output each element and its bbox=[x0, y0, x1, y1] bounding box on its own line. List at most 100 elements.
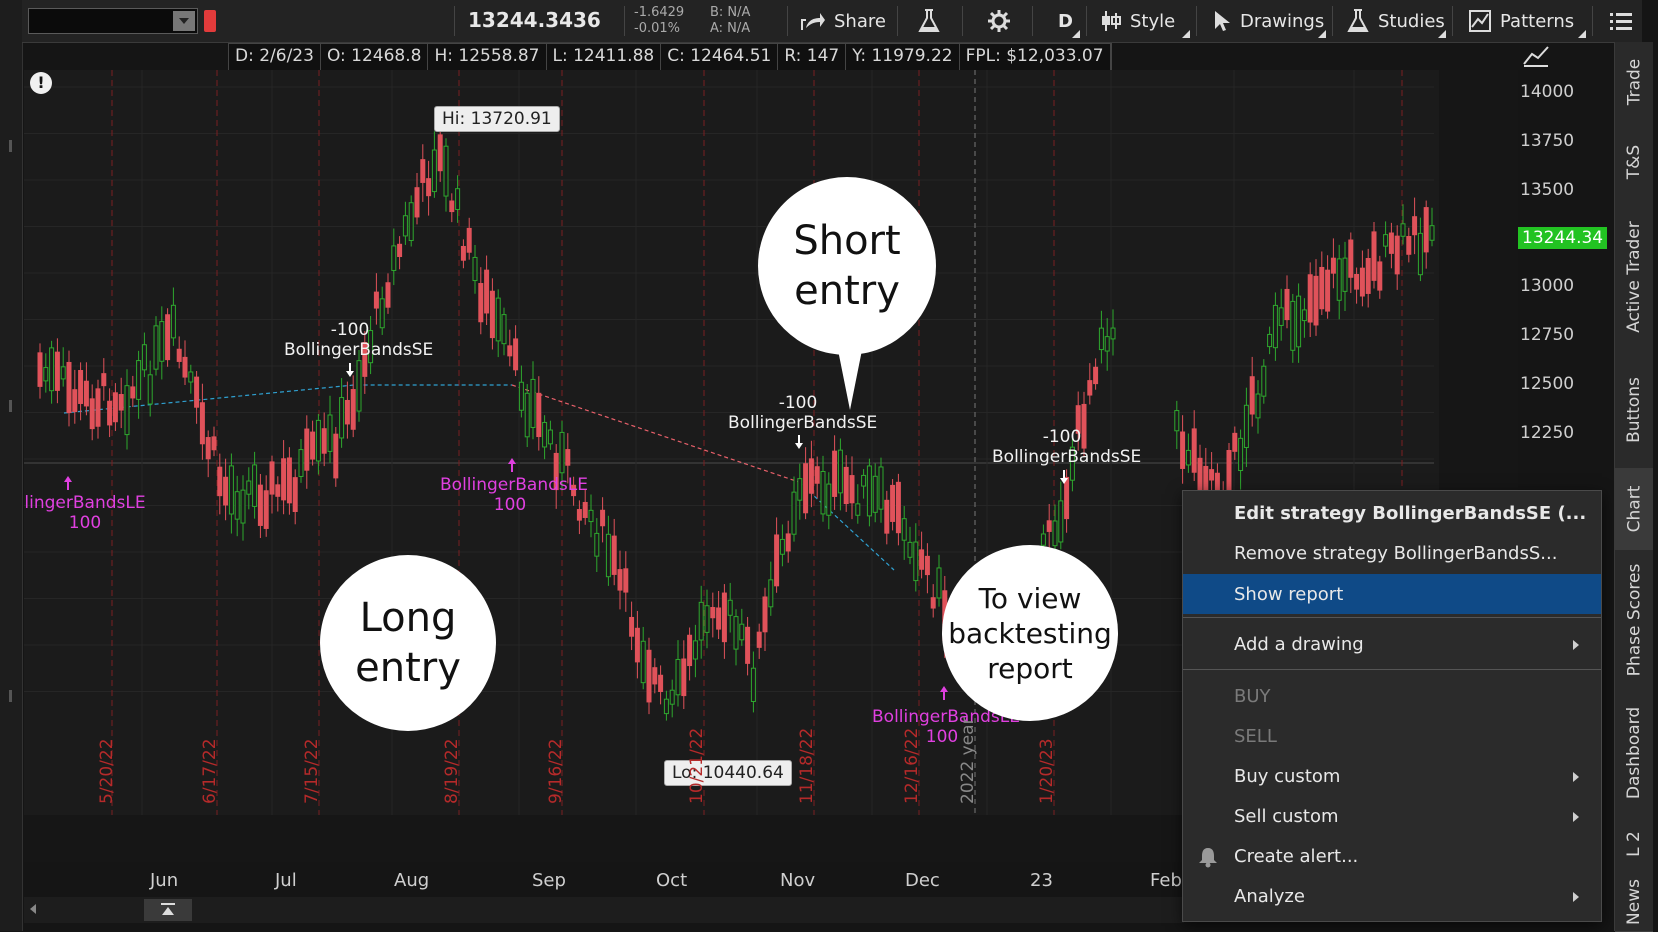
candle-body bbox=[878, 466, 884, 510]
candle-body bbox=[745, 626, 751, 664]
candle-body bbox=[930, 597, 936, 609]
candle-body bbox=[1191, 428, 1197, 473]
candle-body bbox=[559, 431, 565, 474]
drawings-label: Drawings bbox=[1240, 10, 1325, 32]
candle-body bbox=[472, 256, 478, 282]
gutter-handle[interactable] bbox=[9, 140, 12, 152]
candle-body bbox=[1278, 307, 1284, 326]
candle-body bbox=[252, 464, 258, 507]
time-axis-label: Aug bbox=[394, 870, 430, 891]
candle-body bbox=[658, 674, 664, 693]
candle-body bbox=[547, 429, 553, 445]
horizontal-scrollbar[interactable] bbox=[24, 897, 1184, 923]
price-axis-label: 12250 bbox=[1520, 423, 1575, 443]
candle-body bbox=[1301, 309, 1307, 322]
aggregation-label: D bbox=[1058, 10, 1073, 32]
chart-mode-icon[interactable] bbox=[1522, 44, 1550, 68]
candle-body bbox=[72, 389, 78, 412]
callout-text: report bbox=[987, 651, 1073, 685]
menu-button[interactable] bbox=[1610, 0, 1632, 42]
menu-item-edit-strategy[interactable]: Edit strategy BollingerBandsSE (... bbox=[1183, 494, 1601, 532]
candle-body bbox=[1365, 258, 1371, 294]
candle-body bbox=[66, 361, 72, 414]
chart-toolbar: 13244.3436 -1.6429 -0.01% B: N/A A: N/A … bbox=[22, 0, 1642, 43]
share-button[interactable]: Share bbox=[800, 0, 886, 42]
gutter-handle[interactable] bbox=[9, 690, 12, 702]
candle-body bbox=[1394, 235, 1400, 275]
candle-body bbox=[1354, 273, 1360, 290]
tab-chart[interactable]: Chart bbox=[1615, 468, 1653, 551]
candle-body bbox=[797, 478, 803, 501]
candle-body bbox=[54, 351, 60, 391]
drawings-button[interactable]: Drawings bbox=[1212, 0, 1324, 42]
candle-body bbox=[194, 376, 200, 408]
menu-item-analyze[interactable]: Analyze bbox=[1183, 877, 1601, 915]
scroll-thumb[interactable] bbox=[144, 899, 192, 921]
candle-body bbox=[507, 345, 513, 357]
scroll-left-arrow-icon[interactable] bbox=[30, 904, 36, 914]
candle-body bbox=[617, 569, 623, 591]
candle-body bbox=[223, 476, 229, 506]
candle-body bbox=[924, 555, 930, 576]
candle-body bbox=[437, 134, 443, 172]
last-price-tag: 13244.34 bbox=[1518, 227, 1608, 249]
candle-body bbox=[89, 398, 95, 430]
tab-time-and-sales[interactable]: T&S bbox=[1615, 122, 1653, 203]
symbol-dropdown-button[interactable] bbox=[173, 11, 195, 31]
candle-body bbox=[95, 388, 101, 427]
candle-body bbox=[936, 567, 942, 599]
settings-button[interactable] bbox=[987, 0, 1011, 42]
net-change: -1.6429 bbox=[634, 5, 685, 20]
tab-buttons[interactable]: Buttons bbox=[1615, 352, 1653, 469]
candle-body bbox=[808, 458, 814, 494]
tab-phase-scores[interactable]: Phase Scores bbox=[1615, 550, 1653, 691]
patterns-label: Patterns bbox=[1500, 10, 1575, 32]
candle-body bbox=[814, 466, 820, 484]
candle-body bbox=[228, 465, 234, 515]
tab-active-trader[interactable]: Active Trader bbox=[1615, 202, 1653, 353]
signal-short-1: -100 BollingerBandsSE bbox=[284, 320, 433, 360]
tab-news[interactable]: News bbox=[1615, 872, 1653, 932]
menu-item-buy-custom[interactable]: Buy custom bbox=[1183, 757, 1601, 795]
signal-qty: 100 bbox=[68, 513, 102, 533]
candle-body bbox=[1406, 236, 1412, 255]
candle-body bbox=[1093, 366, 1099, 385]
tab-dashboard[interactable]: Dashboard bbox=[1615, 690, 1653, 817]
gutter-handle[interactable] bbox=[9, 400, 12, 412]
menu-item-add-drawing[interactable]: Add a drawing bbox=[1183, 625, 1601, 663]
candle-body bbox=[1272, 304, 1278, 349]
candle-body bbox=[1052, 520, 1058, 547]
price-axis-label: 12500 bbox=[1520, 374, 1575, 394]
candle-body bbox=[1232, 432, 1238, 452]
candle-body bbox=[872, 475, 878, 513]
signal-name: BollingerBandsSE bbox=[728, 413, 878, 433]
callout-text: Short bbox=[793, 218, 901, 264]
menu-item-create-alert[interactable]: Create alert... bbox=[1183, 837, 1601, 875]
tab-level-2[interactable]: L 2 bbox=[1615, 816, 1653, 873]
menu-item-show-report[interactable]: Show report bbox=[1183, 574, 1601, 614]
candle-body bbox=[1249, 376, 1255, 415]
menu-item-sell-custom[interactable]: Sell custom bbox=[1183, 797, 1601, 835]
info-high: H: 12558.87 bbox=[428, 44, 547, 71]
candle-body bbox=[895, 481, 901, 534]
candle-body bbox=[408, 202, 414, 241]
tab-trade[interactable]: Trade bbox=[1615, 42, 1653, 123]
symbol-input[interactable] bbox=[28, 8, 198, 34]
info-fpl: FPL: $12,033.07 bbox=[960, 44, 1111, 71]
aggregation-button[interactable]: D bbox=[1058, 0, 1073, 42]
studies-button[interactable]: Studies bbox=[1346, 0, 1445, 42]
price-axis-label: 12750 bbox=[1520, 325, 1575, 345]
candle-body bbox=[165, 314, 171, 361]
signal-name: BollingerBandsSE bbox=[992, 447, 1142, 467]
style-button[interactable]: Style bbox=[1100, 0, 1175, 42]
last-price: 13244.3436 bbox=[468, 8, 601, 32]
warning-icon[interactable]: ! bbox=[30, 72, 52, 94]
flask-button[interactable] bbox=[917, 0, 941, 42]
menu-item-remove-strategy[interactable]: Remove strategy BollingerBandsS... bbox=[1183, 534, 1601, 572]
candle-body bbox=[1180, 431, 1186, 469]
alert-flag-icon[interactable] bbox=[204, 10, 216, 32]
candle-body bbox=[333, 433, 339, 479]
patterns-button[interactable]: Patterns bbox=[1468, 0, 1574, 42]
candle-body bbox=[298, 449, 304, 477]
candle-body bbox=[107, 400, 113, 426]
